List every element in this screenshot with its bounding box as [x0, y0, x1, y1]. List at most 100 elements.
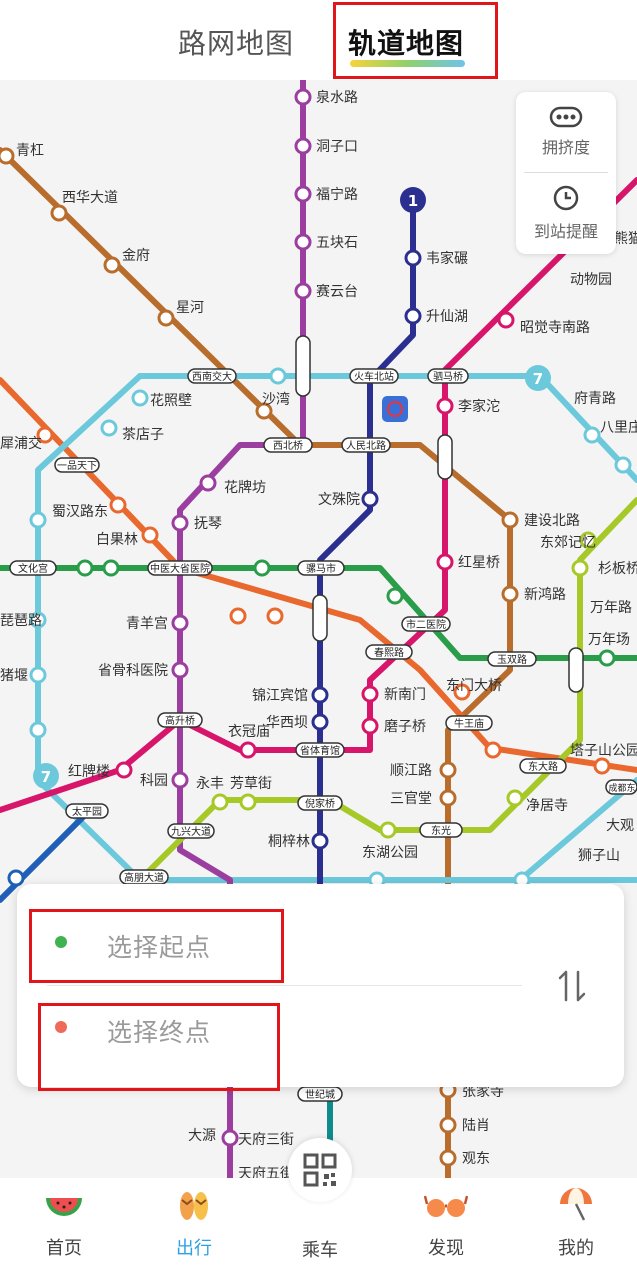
station-keyuan [171, 771, 189, 789]
label-zhaojuesi: 昭觉寺南路 [520, 320, 590, 336]
qr-code-icon [303, 1153, 337, 1187]
nav-discover[interactable]: 发现 [396, 1188, 496, 1260]
station-weijianian [404, 249, 422, 267]
map-tools-panel: 拥挤度 到站提醒 [516, 92, 616, 254]
clock-icon [553, 185, 579, 211]
arrival-alert-button[interactable]: 到站提醒 [516, 184, 616, 242]
label-balizhuang: 八里庄 [600, 419, 637, 436]
flip-flops-icon [180, 1192, 208, 1220]
station-lijiatuo [436, 397, 454, 415]
station-jianshebeilu [501, 511, 519, 529]
interchange-xibeiqiao-label: 西北桥 [273, 440, 303, 452]
station-tazishan [593, 757, 611, 775]
label-xipu: 犀浦交 [0, 435, 42, 452]
active-tab-indicator [350, 60, 465, 67]
label-xinnanmen: 新南门 [384, 687, 426, 703]
end-point-input[interactable]: 选择终点 [107, 1013, 211, 1049]
label-moziqiao: 磨子桥 [384, 719, 426, 735]
station-huapaifang [199, 474, 217, 492]
station-taishengnanlu [386, 587, 404, 605]
station-kuanzhai [253, 559, 271, 577]
interchange-dongdalu-label: 东大路 [528, 760, 558, 773]
station-tongzilin [311, 832, 329, 850]
station-luxiao [439, 1116, 457, 1134]
tab-road-map[interactable]: 路网地图 [178, 22, 294, 62]
label-dagan: 大观 [606, 818, 634, 834]
station-baiguolin [141, 526, 159, 544]
sunglasses-icon [424, 1195, 468, 1217]
interchange-yushuanglu-label: 玉双路 [497, 653, 527, 666]
nav-ride[interactable]: 乘车 [270, 1224, 370, 1262]
station-zhaojuesi [497, 311, 515, 329]
end-dot-icon [55, 1021, 67, 1033]
nav-discover-label: 发现 [428, 1238, 464, 1259]
label-wukuaishi: 五块石 [316, 235, 358, 251]
interchange-taipingyuan-label: 太平园 [72, 805, 102, 818]
label-dongwuyuan: 动物园 [570, 272, 612, 288]
station-fuqinglu [583, 426, 601, 444]
nav-mine[interactable]: 我的 [526, 1188, 626, 1260]
station-tianfusanjie [221, 1129, 239, 1147]
station-guandong [439, 1149, 457, 1167]
label-dongjiao: 东郊记忆 [540, 534, 596, 551]
label-donghugongyuan: 东湖公园 [362, 845, 418, 861]
station-yiguanmiao [239, 741, 257, 759]
congestion-button[interactable]: 拥挤度 [516, 106, 616, 158]
label-hongpailou: 红牌楼 [68, 763, 110, 780]
label-huazhaobi: 花照壁 [150, 393, 192, 409]
label-fuqin: 抚琴 [194, 516, 222, 532]
station-shengxianhu [404, 307, 422, 325]
station-jingjusi [506, 789, 524, 807]
station-xinancaida [76, 559, 94, 577]
interchange-dongguang-label: 东光 [431, 824, 451, 837]
interchange-yipintianxia-label: 一品天下 [57, 460, 97, 472]
station-jiulidi [269, 367, 287, 385]
congestion-label: 拥挤度 [541, 138, 590, 157]
station-huazhaobi [131, 389, 149, 407]
label-baiguolin: 白果林 [96, 532, 138, 548]
label-shawan: 沙湾 [262, 391, 290, 408]
label-tongzilin: 桐梓林 [268, 834, 310, 850]
label-zhuyan: 猪堰 [0, 668, 28, 684]
tab-rail-map[interactable]: 轨道地图 [348, 22, 464, 62]
label-luxiao: 陆肖 [462, 1118, 490, 1134]
interchange-shijicheng-label: 世纪城 [305, 1089, 335, 1101]
station-xinghe [157, 309, 175, 327]
nav-home-label: 首页 [46, 1238, 82, 1259]
nav-mine-label: 我的 [558, 1238, 594, 1259]
station-xihuadadao [50, 204, 68, 222]
nav-travel[interactable]: 出行 [144, 1188, 244, 1260]
station-shanbanqiao [571, 559, 589, 577]
swap-icon[interactable] [552, 966, 592, 1006]
interchange-chengdudong-label: 成都东 [608, 782, 635, 794]
interchange-gaopengdadao-label: 高朋大道 [124, 871, 164, 884]
station-hongxingqiao [436, 553, 454, 571]
label-guandong: 观东 [462, 1151, 490, 1167]
line-7-path-north [137, 373, 637, 483]
station-qinggang [0, 147, 15, 165]
station-jinfu [103, 256, 121, 274]
label-fangcaojie: 芳草街 [230, 775, 272, 792]
tools-divider [524, 172, 608, 173]
label-jinjiangbinguan: 锦江宾馆 [252, 687, 308, 704]
label-keyuan: 科园 [140, 773, 168, 789]
map-mode-tabs: 路网地图 轨道地图 [0, 0, 637, 80]
label-xihuadadao: 西华大道 [62, 190, 118, 206]
start-point-input[interactable]: 选择起点 [107, 928, 211, 964]
label-wenshuyuan: 文殊院 [318, 492, 360, 508]
congestion-icon [549, 106, 583, 128]
interchange-tianfuguangchang [312, 594, 328, 642]
label-wanniancang: 万年场 [588, 632, 630, 648]
station-fuqin [171, 514, 189, 532]
label-shizishan: 狮子山 [578, 848, 620, 864]
route-panel: 选择起点 选择终点 [17, 884, 624, 1087]
interchange-jiuxingdadao-label: 九兴大道 [171, 825, 211, 838]
nav-home[interactable]: 首页 [14, 1188, 114, 1260]
label-shunjianglu: 顺江路 [390, 763, 432, 779]
arrival-alert-label: 到站提醒 [533, 222, 598, 241]
label-wannianlu: 万年路 [590, 600, 632, 616]
scan-ride-button[interactable] [288, 1138, 352, 1202]
label-tianfusanjie: 天府三街 [238, 1132, 294, 1148]
railway-station-icon [382, 396, 408, 422]
label-weijianian: 韦家碾 [426, 250, 468, 267]
